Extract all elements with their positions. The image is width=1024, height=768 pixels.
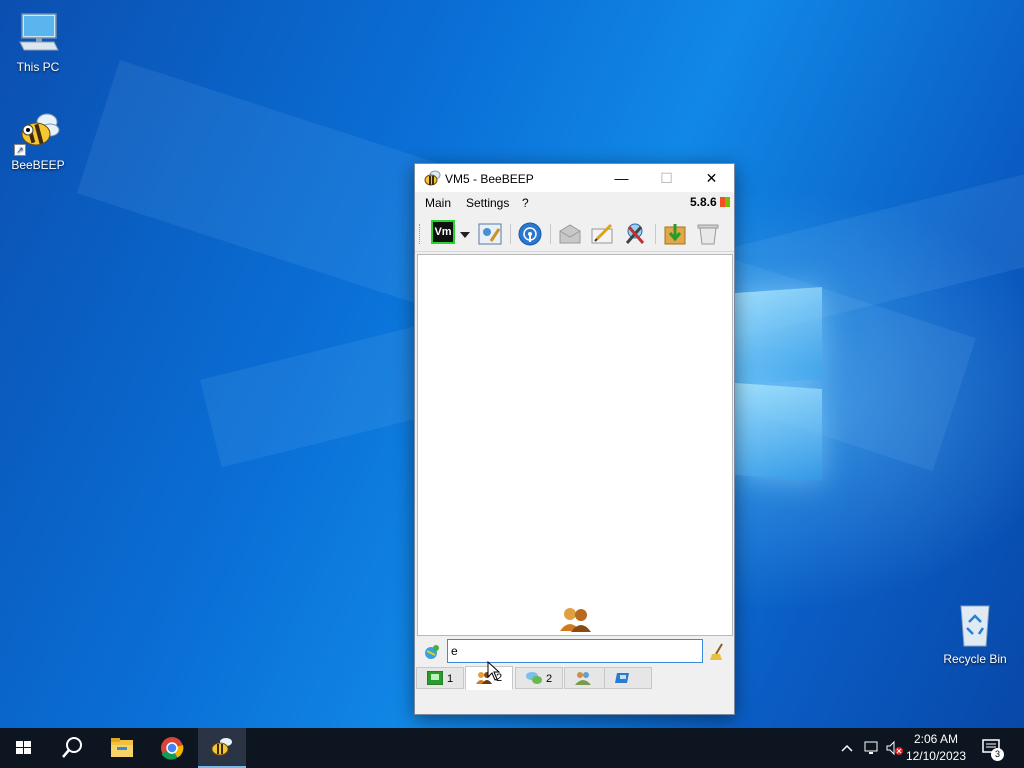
menu-settings[interactable]: Settings <box>466 196 509 210</box>
menu-main[interactable]: Main <box>425 196 451 210</box>
users-online-icon <box>426 670 444 686</box>
windows-logo-icon <box>16 741 31 754</box>
wallpaper-logo <box>735 286 822 386</box>
view-tabs: 1 2 2 <box>415 666 734 690</box>
broom-clear-icon[interactable] <box>710 643 726 664</box>
edit-profile-icon[interactable] <box>477 221 503 247</box>
desktop-icon-label: Recycle Bin <box>943 652 1007 666</box>
mouse-cursor-icon <box>487 660 501 684</box>
tab-network[interactable] <box>604 667 652 689</box>
volume-muted-icon[interactable] <box>886 740 903 756</box>
search-icon <box>62 737 82 758</box>
emoticon-icon[interactable] <box>423 643 441 664</box>
windows-flag-icon <box>720 197 730 207</box>
desktop-icon-recycle-bin[interactable]: Recycle Bin <box>937 602 1013 666</box>
recycle-bin-icon <box>951 602 999 650</box>
bee-icon: ↗ <box>14 108 62 156</box>
notification-center-button[interactable]: 3 <box>982 738 1004 763</box>
desktop-icon-this-pc[interactable]: This PC <box>0 10 76 74</box>
groups-icon <box>575 671 591 685</box>
search-button[interactable] <box>48 728 96 768</box>
file-explorer-button[interactable] <box>98 728 146 768</box>
network-icon[interactable] <box>517 221 543 247</box>
write-message-icon[interactable] <box>589 221 615 247</box>
maximize-button[interactable]: ☐ <box>644 164 689 192</box>
chevron-up-icon[interactable] <box>839 740 855 756</box>
desktop-icon-label: This PC <box>16 60 60 74</box>
tab-chats[interactable]: 2 <box>515 667 563 689</box>
bee-icon <box>423 170 441 186</box>
clock[interactable]: 2:06 AM 12/10/2023 <box>906 731 966 765</box>
folder-icon <box>111 738 133 757</box>
clock-time: 2:06 AM <box>913 732 958 746</box>
menu-help[interactable]: ? <box>522 196 529 210</box>
trash-icon[interactable] <box>695 221 721 247</box>
message-input-row <box>415 638 734 666</box>
network-icon <box>615 671 631 685</box>
clock-date: 12/10/2023 <box>905 749 966 763</box>
taskbar: 2:06 AM 12/10/2023 3 <box>0 728 1024 768</box>
chevron-down-icon[interactable] <box>460 228 470 242</box>
toolbar-grip <box>419 224 422 244</box>
start-button[interactable] <box>0 728 48 768</box>
close-button[interactable]: ✕ <box>689 164 734 192</box>
download-folder-icon[interactable] <box>662 221 688 247</box>
minimize-button[interactable]: — <box>599 164 644 192</box>
tools-icon[interactable] <box>622 221 648 247</box>
bee-icon <box>211 738 232 756</box>
chrome-icon <box>161 737 184 760</box>
beebeep-taskbar-button[interactable] <box>198 728 246 768</box>
window-title: VM5 - BeeBEEP <box>445 172 534 186</box>
menu-bar: Main Settings ? 5.8.6 <box>415 192 734 214</box>
toolbar: Vm <box>415 214 734 252</box>
computer-icon <box>14 10 62 58</box>
mail-icon[interactable] <box>557 221 583 247</box>
users-icon <box>560 605 592 636</box>
tab-users-online[interactable]: 1 <box>416 667 464 689</box>
beebeep-window: VM5 - BeeBEEP — ☐ ✕ Main Settings ? 5.8.… <box>414 163 735 715</box>
message-input[interactable] <box>447 639 703 663</box>
desktop-icon-label: BeeBEEP <box>11 158 65 172</box>
chat-area[interactable] <box>417 254 733 636</box>
title-bar[interactable]: VM5 - BeeBEEP — ☐ ✕ <box>415 164 734 192</box>
user-status-button[interactable]: Vm <box>431 220 455 244</box>
chrome-button[interactable] <box>148 728 196 768</box>
version-label: 5.8.6 <box>690 195 730 209</box>
notification-count-badge: 3 <box>991 748 1004 761</box>
network-tray-icon[interactable] <box>863 740 879 756</box>
desktop-icon-beebeep[interactable]: ↗ BeeBEEP <box>0 108 76 172</box>
chats-icon <box>526 671 542 685</box>
shortcut-arrow-icon: ↗ <box>14 144 26 156</box>
version-number: 5.8.6 <box>689 195 717 209</box>
